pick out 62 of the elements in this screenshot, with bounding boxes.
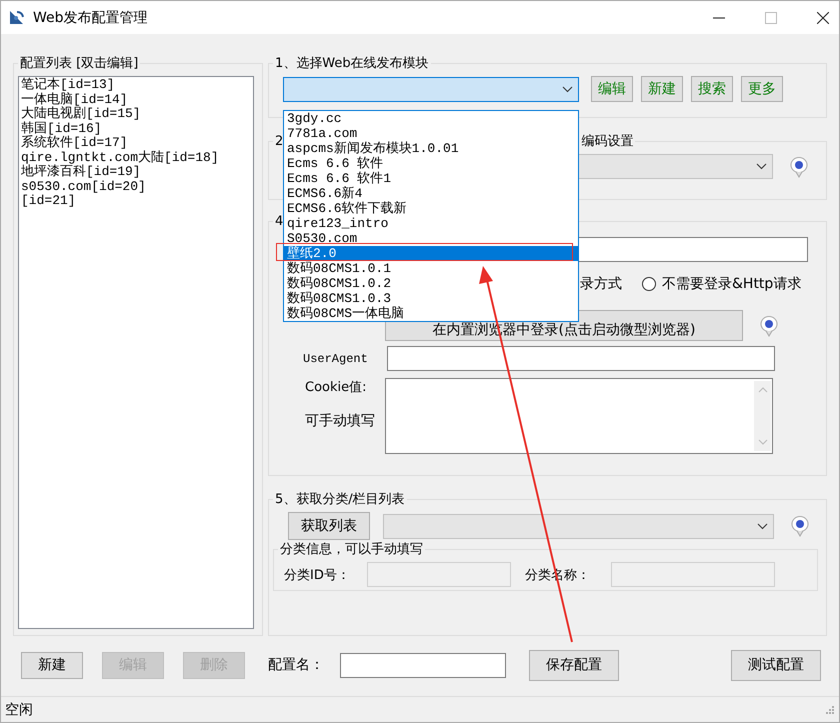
field-label: Cookie值: <box>305 379 368 396</box>
dropdown-option[interactable]: 数码08CMS1.0.1 <box>284 261 578 276</box>
save-button[interactable]: 保存配置 <box>529 650 619 680</box>
dropdown-option[interactable]: 7781a.com <box>284 126 578 141</box>
list-item[interactable]: 笔记本[id=13] <box>21 78 251 92</box>
chevron-down-icon <box>757 522 768 530</box>
category-id-field[interactable] <box>367 562 511 587</box>
toolbar-button[interactable]: 搜索 <box>691 76 733 102</box>
list-item[interactable]: 大陆电视剧[id=15] <box>21 107 251 122</box>
dropdown-option[interactable]: 3gdy.cc <box>284 111 578 126</box>
config-list[interactable]: 笔记本[id=13] 一体电脑[id=14] 大陆电视剧[id=15] 韩国[id=16] 系统软件[id=17] qire.lgntkt.com大陆[id=18] 地坪漆百科[id=19] s0530.com[id=20] [id=21] <box>18 76 254 629</box>
test-button[interactable]: 测试配置 <box>731 650 821 680</box>
list-item[interactable]: qire.lgntkt.com大陆[id=18] <box>21 150 251 165</box>
fetch-list-button[interactable]: 获取列表 <box>288 512 370 540</box>
field-label: 分类ID号： <box>284 566 351 584</box>
list-item[interactable]: [id=21] <box>21 194 251 208</box>
help-icon[interactable] <box>790 515 810 537</box>
category-name-field[interactable] <box>611 562 775 587</box>
list-item[interactable]: 系统软件[id=17] <box>21 136 251 150</box>
radio-button[interactable] <box>642 277 656 291</box>
config-name-field[interactable] <box>340 652 506 678</box>
help-icon[interactable] <box>789 156 809 178</box>
help-icon[interactable] <box>759 314 779 336</box>
useragent-field[interactable] <box>387 346 775 371</box>
dropdown-option[interactable]: qire123_intro <box>284 216 578 231</box>
cookie-textarea[interactable] <box>385 378 773 454</box>
status-text: 空闲 <box>5 700 33 718</box>
list-item[interactable]: 地坪漆百科[id=19] <box>21 165 251 180</box>
group-title: 配置列表 [双击编辑] <box>19 55 140 72</box>
group-title: 编码设置 <box>581 134 634 149</box>
chevron-down-icon <box>756 163 767 170</box>
list-item[interactable]: s0530.com[id=20] <box>21 180 251 194</box>
toolbar-button[interactable]: 新建 <box>641 76 683 102</box>
group-title: 4 <box>274 214 284 229</box>
radio-label: 不需要登录&Http请求 <box>662 275 802 293</box>
field-label: 配置名： <box>268 656 325 674</box>
group-title: 分类信息，可以手动填写 <box>279 541 424 558</box>
radio-label: 录方式 <box>580 275 622 293</box>
list-item[interactable]: 一体电脑[id=14] <box>21 92 251 107</box>
module-dropdown[interactable] <box>283 76 579 102</box>
group-title: 5、获取分类/栏目列表 <box>274 491 406 508</box>
dropdown-option[interactable]: 壁纸2.0 <box>284 246 578 261</box>
field-label: UserAgent <box>303 352 369 366</box>
field-hint: 可手动填写 <box>305 414 375 429</box>
chevron-down-icon <box>562 86 573 92</box>
group-title: 2 <box>275 134 284 149</box>
window-title: Web发布配置管理 <box>33 8 148 26</box>
dropdown-option[interactable]: 数码08CMS1.0.2 <box>284 276 578 291</box>
close-icon[interactable] <box>817 12 829 24</box>
dropdown-option[interactable]: Ecms 6.6 软件 <box>284 156 578 171</box>
dropdown-option[interactable]: ECMS6.6软件下载新 <box>284 201 578 216</box>
list-item[interactable]: 韩国[id=16] <box>21 122 251 136</box>
toolbar-button[interactable]: 编辑 <box>591 76 633 102</box>
dropdown-option[interactable]: 数码08CMS1.0.3 <box>284 291 578 306</box>
resize-grip-icon[interactable] <box>825 704 835 714</box>
group-title: 1、选择Web在线发布模块 <box>274 55 430 72</box>
dropdown-option[interactable]: ECMS6.6新4 <box>284 186 578 201</box>
list-action-button[interactable]: 新建 <box>21 652 83 678</box>
dropdown-option[interactable]: aspcms新闻发布模块1.0.01 <box>284 141 578 156</box>
dropdown-option[interactable]: Ecms 6.6 软件1 <box>284 171 578 186</box>
dropdown-option[interactable]: S0530.com <box>284 231 578 246</box>
toolbar-button[interactable]: 更多 <box>741 76 783 102</box>
